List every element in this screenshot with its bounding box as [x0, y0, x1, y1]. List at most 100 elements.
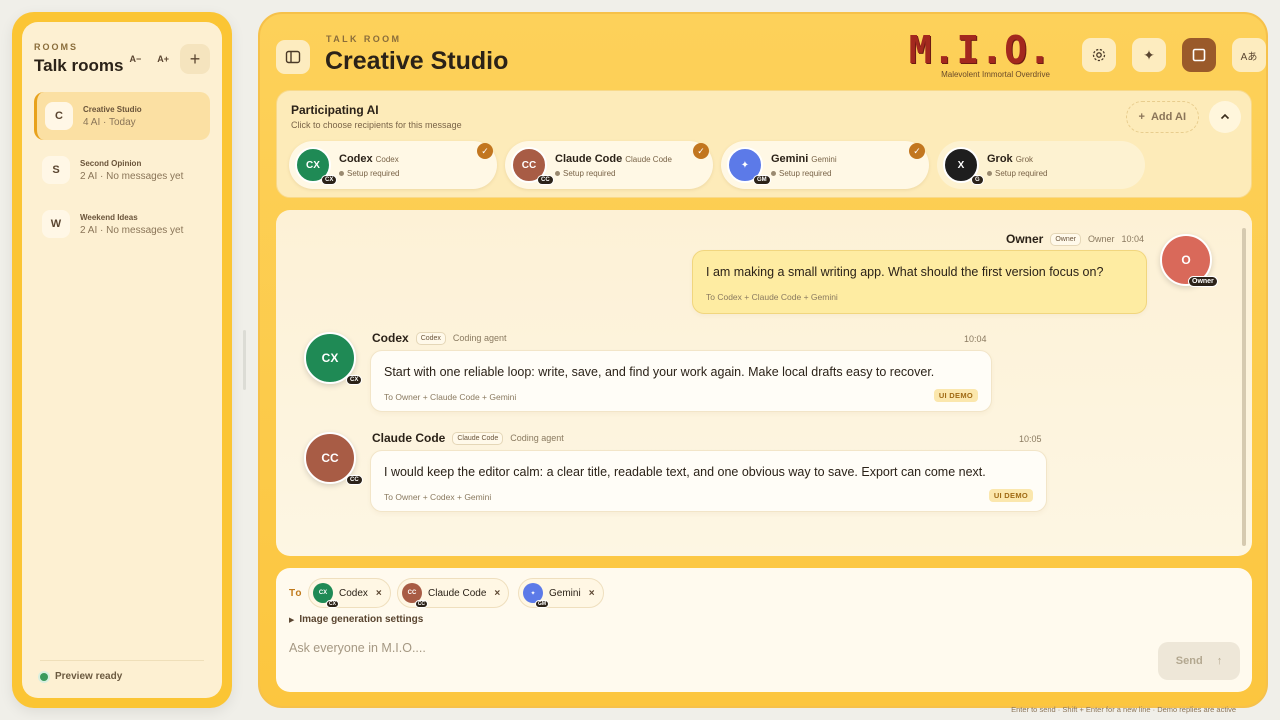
- claude-code-avatar: CC CC: [402, 583, 428, 608]
- check-icon: ✓: [909, 143, 925, 159]
- font-decrease-button[interactable]: A−: [124, 50, 146, 68]
- owner-message-bubble: I am making a small writing app. What sh…: [692, 250, 1147, 314]
- message-author: Claude Code: [372, 431, 446, 445]
- message-recipients: To Owner + Codex + Gemini: [384, 492, 492, 502]
- agent-badge: GM: [534, 600, 549, 608]
- layout-button[interactable]: [1182, 38, 1216, 72]
- agent-badge: CC: [537, 175, 554, 185]
- room-avatar: C: [45, 102, 73, 130]
- message-text: I would keep the editor calm: a clear ti…: [384, 465, 986, 479]
- to-label: To: [289, 588, 303, 599]
- chat-scrollbar[interactable]: [1242, 228, 1246, 546]
- brand-logo: M.I.O.: [908, 28, 1052, 72]
- owner-badge: Owner: [1188, 276, 1218, 287]
- room-meta: 2 AI · No messages yet: [80, 224, 184, 236]
- ai-card-claude-code[interactable]: CC CC Claude Code Claude Code Setup requi…: [505, 141, 713, 189]
- room-item-second-opinion[interactable]: S Second Opinion 2 AI · No messages yet: [34, 146, 210, 194]
- ui-demo-badge: UI DEMO: [933, 389, 978, 402]
- theme-button[interactable]: ✦: [1132, 38, 1166, 72]
- ai-card-codex[interactable]: CX CX Codex Codex Setup required ✓: [289, 141, 497, 189]
- image-generation-settings-toggle[interactable]: ▶ Image generation settings: [289, 614, 423, 625]
- sidebar-toggle-icon: [285, 50, 301, 64]
- ai-name: Codex Codex: [339, 153, 399, 165]
- ai-card-gemini[interactable]: ✦ GM Gemini Gemini Setup required ✓: [721, 141, 929, 189]
- participants-title: Participating AI: [291, 103, 379, 117]
- room-meta: 4 AI · Today: [83, 116, 136, 128]
- recipient-chip-codex[interactable]: CX CX Codex ×: [308, 578, 391, 608]
- status-dot-icon: [40, 672, 48, 681]
- message-composer: To CX CX Codex × CC CC Claude Code × ✦ G…: [276, 568, 1252, 692]
- room-header: TALK ROOM Creative Studio M.I.O. Malevol…: [276, 28, 1266, 90]
- room-avatar: S: [42, 156, 70, 184]
- room-item-weekend-ideas[interactable]: W Weekend Ideas 2 AI · No messages yet: [34, 200, 210, 248]
- room-name: Second Opinion: [80, 158, 142, 168]
- chip-label: Claude Code: [428, 587, 487, 599]
- codex-avatar: CX CX: [313, 583, 339, 608]
- gear-icon: [1092, 48, 1106, 62]
- message-input[interactable]: [289, 636, 1149, 660]
- image-settings-label: Image generation settings: [299, 614, 424, 625]
- agent-badge: GM: [753, 175, 771, 185]
- message-role-badge: Claude Code: [452, 431, 504, 445]
- ai-name: Gemini Gemini: [771, 153, 837, 165]
- room-item-creative-studio[interactable]: C Creative Studio 4 AI · Today: [34, 92, 210, 140]
- rooms-panel: ROOMS Talk rooms A− A+ + C Creative Stud…: [22, 22, 222, 698]
- agent-badge: G: [971, 175, 984, 185]
- agent-badge: CC: [414, 600, 428, 608]
- ai-status: Setup required: [339, 169, 399, 178]
- page-title: Creative Studio: [325, 47, 509, 75]
- owner-message-header: Owner Owner Owner 10:04: [1006, 232, 1144, 246]
- recipient-chip-claude-code[interactable]: CC CC Claude Code ×: [397, 578, 510, 608]
- claude-message-header: Claude Code Claude Code Coding agent: [372, 431, 564, 445]
- sidebar-footer: Preview ready: [40, 660, 204, 682]
- message-time: 10:04: [964, 334, 987, 344]
- ai-name: Grok Grok: [987, 153, 1034, 165]
- preview-status: Preview ready: [55, 671, 123, 682]
- remove-recipient-icon[interactable]: ×: [376, 588, 382, 599]
- ai-card-grok[interactable]: X G Grok Grok Setup required: [937, 141, 1145, 189]
- settings-button[interactable]: [1082, 38, 1116, 72]
- chip-label: Gemini: [549, 587, 581, 599]
- message-role-badge: Owner: [1050, 232, 1081, 246]
- toggle-sidebar-button[interactable]: [276, 40, 310, 74]
- collapse-participants-button[interactable]: [1209, 101, 1241, 133]
- message-recipients: To Codex + Claude Code + Gemini: [706, 292, 838, 302]
- keyboard-hint: Enter to send · Shift + Enter for a new …: [1011, 705, 1236, 714]
- message-recipients: To Owner + Claude Code + Gemini: [384, 392, 517, 402]
- send-button[interactable]: Send ↑: [1158, 642, 1240, 680]
- language-button[interactable]: Aあ: [1232, 38, 1266, 72]
- agent-badge: CC: [346, 475, 363, 485]
- agent-badge: CX: [346, 375, 363, 385]
- font-increase-button[interactable]: A+: [152, 50, 174, 68]
- rooms-sidebar: ROOMS Talk rooms A− A+ + C Creative Stud…: [12, 12, 232, 708]
- room-name: Creative Studio: [83, 104, 142, 114]
- message-author: Codex: [372, 331, 409, 345]
- message-desc: Coding agent: [510, 433, 564, 443]
- message-text: Start with one reliable loop: write, sav…: [384, 365, 935, 379]
- ai-status: Setup required: [987, 169, 1047, 178]
- agent-badge: CX: [326, 600, 339, 608]
- room-name: Weekend Ideas: [80, 212, 138, 222]
- ai-status: Setup required: [771, 169, 831, 178]
- ui-demo-badge: UI DEMO: [988, 489, 1033, 502]
- remove-recipient-icon[interactable]: ×: [589, 588, 595, 599]
- codex-message-header: Codex Codex Coding agent: [372, 331, 506, 345]
- caret-right-icon: ▶: [289, 616, 295, 624]
- chat-log[interactable]: Owner Owner Owner 10:04 I am making a sm…: [276, 210, 1252, 556]
- add-ai-button[interactable]: + Add AI: [1125, 101, 1199, 133]
- add-ai-label: Add AI: [1150, 111, 1186, 123]
- ai-name: Claude Code Claude Code: [555, 153, 672, 165]
- sidebar-resize-handle[interactable]: [243, 330, 246, 390]
- recipient-chip-gemini[interactable]: ✦ GM Gemini ×: [518, 578, 604, 608]
- participating-ai-panel: Participating AI Click to choose recipie…: [276, 90, 1252, 198]
- message-time: 10:05: [1019, 434, 1042, 444]
- sparkle-icon: ✦: [1143, 46, 1155, 63]
- chip-label: Codex: [339, 587, 368, 599]
- ai-status: Setup required: [555, 169, 615, 178]
- message-desc: Owner: [1087, 234, 1115, 244]
- agent-badge: CX: [321, 175, 338, 185]
- add-room-button[interactable]: +: [180, 44, 210, 74]
- message-text: I am making a small writing app. What sh…: [706, 265, 1104, 279]
- chevron-up-icon: [1220, 113, 1230, 120]
- remove-recipient-icon[interactable]: ×: [494, 588, 500, 599]
